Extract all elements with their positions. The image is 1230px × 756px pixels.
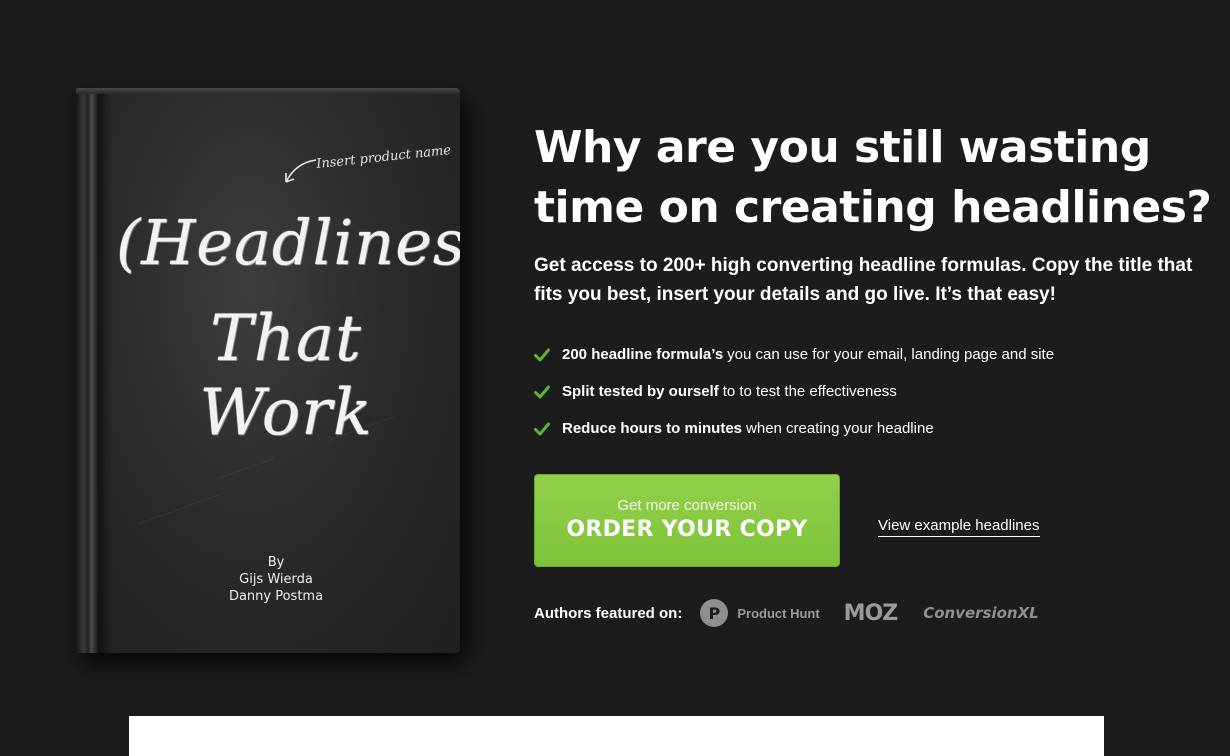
book-note: Insert product name bbox=[315, 142, 452, 173]
feature-item: 200 headline formula’s you can use for y… bbox=[534, 336, 1054, 373]
feature-list: 200 headline formula’s you can use for y… bbox=[534, 336, 1054, 447]
book-by: By bbox=[267, 555, 285, 570]
feature-bold: Split tested by ourself bbox=[562, 383, 719, 400]
conversionxl-logo: ConversionXL bbox=[923, 604, 1039, 622]
order-copy-button[interactable]: Get more conversion ORDER YOUR COPY bbox=[534, 474, 840, 567]
book-author: Danny Postma bbox=[228, 589, 324, 604]
featured-on-bar: Authors featured on: P Product Hunt MOZ … bbox=[534, 596, 1039, 630]
check-icon bbox=[534, 422, 550, 435]
feature-text: when creating your headline bbox=[746, 420, 934, 437]
feature-item: Reduce hours to minutes when creating yo… bbox=[534, 410, 1054, 447]
view-example-headlines-link[interactable]: View example headlines bbox=[878, 517, 1040, 537]
moz-logo: MOZ bbox=[843, 600, 899, 626]
feature-item: Split tested by ourself to to test the e… bbox=[534, 373, 1054, 410]
arrow-icon bbox=[285, 159, 317, 183]
book-title-line1: (Headlines) bbox=[116, 206, 460, 279]
check-icon bbox=[534, 348, 550, 361]
chalk-smudge bbox=[217, 457, 275, 480]
book-cover-image: Insert product name (Headlines) That Wor… bbox=[76, 88, 460, 653]
order-button-subtext: Get more conversion bbox=[617, 497, 757, 514]
book-authors: By Gijs Wierda Danny Postma bbox=[206, 554, 346, 605]
book-title-line2: That Work bbox=[199, 302, 373, 450]
book-author: Gijs Wierda bbox=[239, 572, 313, 587]
page-headline: Why are you still wasting time on creati… bbox=[534, 122, 1212, 233]
content-panel bbox=[129, 716, 1104, 756]
product-hunt-wordmark: Product Hunt bbox=[737, 605, 820, 621]
feature-bold: Reduce hours to minutes bbox=[562, 420, 743, 437]
feature-text: you can use for your email, landing page… bbox=[727, 346, 1055, 363]
feature-bold: 200 headline formula’s bbox=[562, 346, 724, 363]
feature-text: to to test the effectiveness bbox=[722, 383, 897, 400]
product-hunt-icon: P bbox=[700, 599, 729, 627]
page-subhead: Get access to 200+ high converting headl… bbox=[534, 255, 1193, 305]
product-hunt-logo: P Product Hunt bbox=[700, 599, 820, 627]
book-spine-shade bbox=[98, 88, 112, 653]
book-spine bbox=[76, 88, 98, 653]
featured-label: Authors featured on: bbox=[534, 604, 683, 622]
check-icon bbox=[534, 385, 550, 398]
book-top-edge bbox=[76, 88, 460, 94]
chalk-smudge bbox=[138, 492, 224, 525]
order-button-label: ORDER YOUR COPY bbox=[566, 517, 808, 542]
